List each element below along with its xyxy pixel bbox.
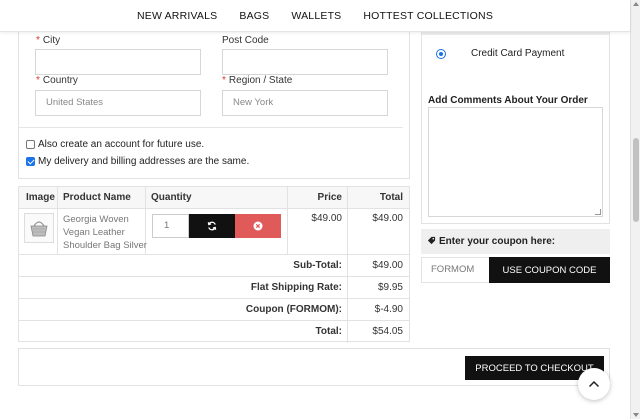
total-label: Total: <box>315 326 342 337</box>
back-to-top-button[interactable] <box>578 368 610 400</box>
coupon-title-text: Enter your coupon here: <box>439 236 556 247</box>
city-label: * City <box>36 35 60 46</box>
use-coupon-button[interactable]: USE COUPON CODE <box>489 257 610 283</box>
quantity-input[interactable]: 1 <box>152 214 189 238</box>
cart-table: Image Product Name Quantity Price Total … <box>18 186 410 343</box>
coupon-header: Enter your coupon here: <box>421 229 610 254</box>
row-divider <box>19 320 409 321</box>
required-mark: * <box>36 75 40 86</box>
required-mark: * <box>36 35 40 46</box>
row-divider <box>19 276 409 277</box>
credit-card-radio[interactable] <box>436 49 446 59</box>
shipping-value: $9.95 <box>377 282 403 293</box>
coupon-discount-value: $-4.90 <box>374 304 403 315</box>
same-address-label: My delivery and billing addresses are th… <box>38 156 250 167</box>
region-label-text: Region / State <box>228 75 293 86</box>
resize-grip-icon[interactable] <box>595 209 601 215</box>
col-divider <box>57 187 58 254</box>
form-divider <box>19 127 403 128</box>
city-label-text: City <box>42 35 61 46</box>
nav-item-hottest-collections[interactable]: HOTTEST COLLECTIONS <box>363 10 493 22</box>
postcode-input[interactable] <box>222 49 388 75</box>
create-account-checkbox[interactable] <box>26 140 35 149</box>
region-select[interactable]: New York <box>222 90 388 116</box>
country-label-text: Country <box>42 75 78 86</box>
col-divider <box>287 187 288 254</box>
country-select[interactable]: United States <box>35 90 201 116</box>
comments-title: Add Comments About Your Order <box>428 95 588 106</box>
page-scrollbar[interactable] <box>630 0 640 419</box>
row-divider <box>19 254 409 255</box>
create-account-label: Also create an account for future use. <box>38 139 205 150</box>
scroll-up-arrow-icon[interactable] <box>633 2 639 6</box>
nav-item-wallets[interactable]: WALLETS <box>291 10 341 22</box>
header-total: Total <box>379 192 403 203</box>
payment-panel: Credit Card Payment Add Comments About Y… <box>421 28 610 224</box>
top-navigation: NEW ARRIVALS BAGS WALLETS HOTTEST COLLEC… <box>0 0 630 32</box>
total-value: $54.05 <box>372 326 403 337</box>
coupon-title: Enter your coupon here: <box>427 236 555 247</box>
postcode-label: Post Code <box>222 35 269 46</box>
product-name-link[interactable]: Georgia Woven Vegan Leather Shoulder Bag… <box>63 213 151 252</box>
header-product-name: Product Name <box>63 192 131 203</box>
update-quantity-button[interactable] <box>189 214 235 238</box>
credit-card-label: Credit Card Payment <box>471 48 565 59</box>
header-price: Price <box>317 192 342 203</box>
address-form-panel: * City Post Code * Country United States *… <box>18 28 410 179</box>
subtotal-label: Sub-Total: <box>293 260 342 271</box>
header-image: Image <box>26 192 55 203</box>
tag-icon <box>427 236 436 245</box>
row-divider <box>19 298 409 299</box>
shipping-label: Flat Shipping Rate: <box>250 282 342 293</box>
same-address-checkbox[interactable] <box>26 157 35 166</box>
item-total: $49.00 <box>372 213 403 224</box>
subtotal-value: $49.00 <box>372 260 403 271</box>
coupon-code-input[interactable]: FORMOM <box>421 257 490 283</box>
country-label: * Country <box>36 75 78 86</box>
nav-item-bags[interactable]: BAGS <box>239 10 269 22</box>
item-price: $49.00 <box>311 213 342 224</box>
coupon-discount-label: Coupon (FORMOM): <box>245 304 342 315</box>
region-label: * Region / State <box>222 75 292 86</box>
times-circle-icon <box>253 221 263 231</box>
scroll-down-arrow-icon[interactable] <box>633 413 639 417</box>
city-input[interactable] <box>35 49 201 75</box>
product-thumbnail[interactable] <box>24 213 54 243</box>
refresh-icon <box>207 221 217 231</box>
scrollbar-thumb[interactable] <box>633 138 639 222</box>
remove-item-button[interactable] <box>235 214 281 238</box>
bag-image <box>30 221 48 237</box>
chevron-up-icon <box>588 380 600 388</box>
comments-textarea[interactable] <box>428 107 603 217</box>
required-mark: * <box>222 75 226 86</box>
checkout-bar: PROCEED TO CHECKOUT <box>18 348 610 386</box>
nav-item-new-arrivals[interactable]: NEW ARRIVALS <box>137 10 217 22</box>
header-quantity: Quantity <box>151 192 192 203</box>
